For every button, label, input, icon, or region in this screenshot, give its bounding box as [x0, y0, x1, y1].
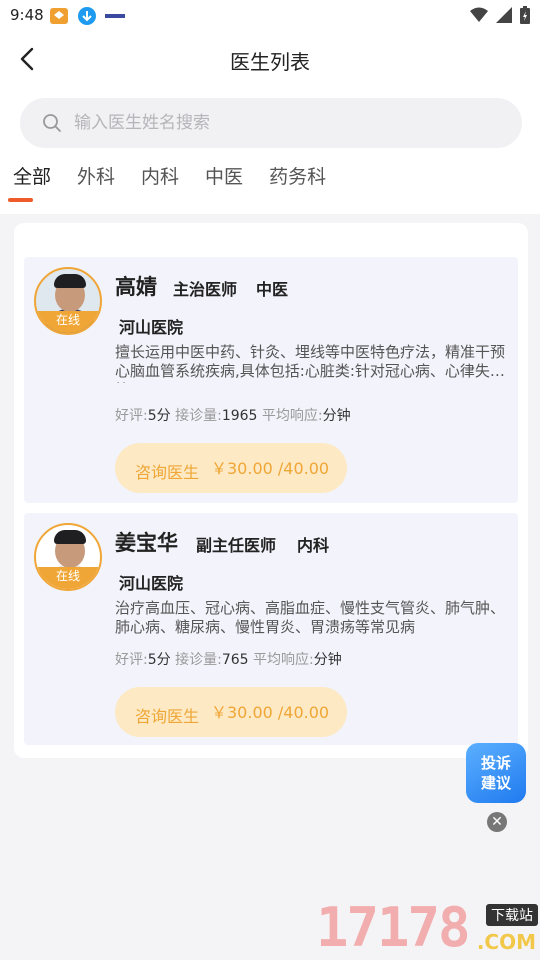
page-title: 医生列表 [230, 50, 310, 74]
complaint-suggestion-button[interactable]: 投诉 建议 [466, 743, 526, 803]
search-icon [43, 114, 61, 132]
doctor-name: 姜宝华 [115, 531, 178, 555]
status-time: 9:48 [10, 6, 44, 24]
doctor-avatar[interactable]: 在线 [34, 267, 102, 335]
header: 医生列表 全部 外科 内科 中医 药务科 [0, 34, 540, 214]
doctor-stats: 好评:5分 接诊量:1965 平均响应:分钟 [115, 405, 351, 425]
consult-count-value: 765 [221, 652, 249, 668]
rating-value: 5分 [147, 652, 171, 668]
response-unit: 分钟 [322, 408, 351, 424]
consult-button-label: 咨询医生 [135, 463, 200, 482]
online-badge: 在线 [36, 567, 100, 589]
wifi-icon [470, 7, 488, 22]
doctor-description: 治疗高血压、冠心病、高脂血症、慢性支气管炎、肺气肿、肺心病、糖尿病、慢性胃炎、胃… [115, 599, 506, 636]
search-bar[interactable] [20, 98, 522, 148]
doctor-card[interactable]: 在线 姜宝华 副主任医师 内科 河山医院 治疗高血压、冠心病、高脂血症、慢性支气… [24, 513, 518, 745]
response-unit: 分钟 [313, 652, 342, 668]
app-notification-icon [50, 8, 68, 24]
doctor-department: 内科 [297, 536, 330, 555]
online-badge: 在线 [36, 311, 100, 333]
consult-button-label: 咨询医生 [135, 707, 200, 726]
consult-price: ￥30.00 /40.00 [211, 703, 330, 722]
battery-icon [520, 6, 530, 24]
doctor-card[interactable]: 在线 高婧 主治医师 中医 河山医院 擅长运用中医中药、针灸、埋线等中医特色疗法… [24, 257, 518, 503]
avatar-hair [54, 530, 86, 544]
tab-pharmacy[interactable]: 药务科 [269, 162, 326, 202]
response-label: 平均响应: [253, 652, 314, 668]
doctor-name: 高婧 [115, 275, 157, 299]
doctor-title: 主治医师 [173, 280, 238, 299]
consult-count-label: 接诊量: [175, 652, 222, 668]
consult-count-value: 1965 [221, 408, 258, 424]
doctor-list: 在线 高婧 主治医师 中医 河山医院 擅长运用中医中药、针灸、埋线等中医特色疗法… [14, 223, 528, 758]
watermark-number: 17178 [316, 896, 471, 959]
consult-doctor-button[interactable]: 咨询医生 ￥30.00 /40.00 [115, 443, 347, 493]
doctor-hospital: 河山医院 [119, 574, 184, 593]
doctor-avatar[interactable]: 在线 [34, 523, 102, 591]
fab-label-line1: 投诉 [480, 754, 511, 772]
tab-internal-medicine[interactable]: 内科 [141, 162, 179, 202]
rating-label: 好评: [115, 408, 148, 424]
watermark-logo: 17178 下载站 .COM [316, 896, 538, 960]
doctor-department: 中医 [256, 280, 289, 299]
category-tabs: 全部 外科 内科 中医 药务科 [13, 162, 352, 202]
tab-all[interactable]: 全部 [13, 162, 51, 202]
consult-doctor-button[interactable]: 咨询医生 ￥30.00 /40.00 [115, 687, 347, 737]
status-bar: 9:48 [0, 0, 540, 34]
app-logo-notification-icon [105, 14, 125, 18]
consult-price: ￥30.00 /40.00 [211, 459, 330, 478]
doctor-title: 副主任医师 [196, 536, 277, 555]
doctor-hospital: 河山医院 [119, 318, 184, 337]
tab-tcm[interactable]: 中医 [205, 162, 243, 202]
watermark-tag: 下载站 [486, 904, 538, 926]
doctor-description: 擅长运用中医中药、针灸、埋线等中医特色疗法，精准干预心脑血管系统疾病,具体包括:… [115, 343, 506, 383]
tab-surgery[interactable]: 外科 [77, 162, 115, 202]
download-notification-icon [78, 7, 96, 25]
rating-label: 好评: [115, 652, 148, 668]
watermark-domain: .COM [476, 930, 536, 954]
fab-label-line2: 建议 [480, 774, 511, 792]
consult-count-label: 接诊量: [175, 408, 222, 424]
signal-icon [496, 7, 512, 23]
active-tab-indicator [8, 198, 33, 202]
search-input[interactable] [74, 98, 494, 148]
rating-value: 5分 [147, 408, 171, 424]
close-icon[interactable]: ✕ [487, 812, 507, 832]
doctor-stats: 好评:5分 接诊量:765 平均响应:分钟 [115, 649, 342, 669]
response-label: 平均响应: [261, 408, 323, 424]
avatar-hair [54, 274, 86, 288]
